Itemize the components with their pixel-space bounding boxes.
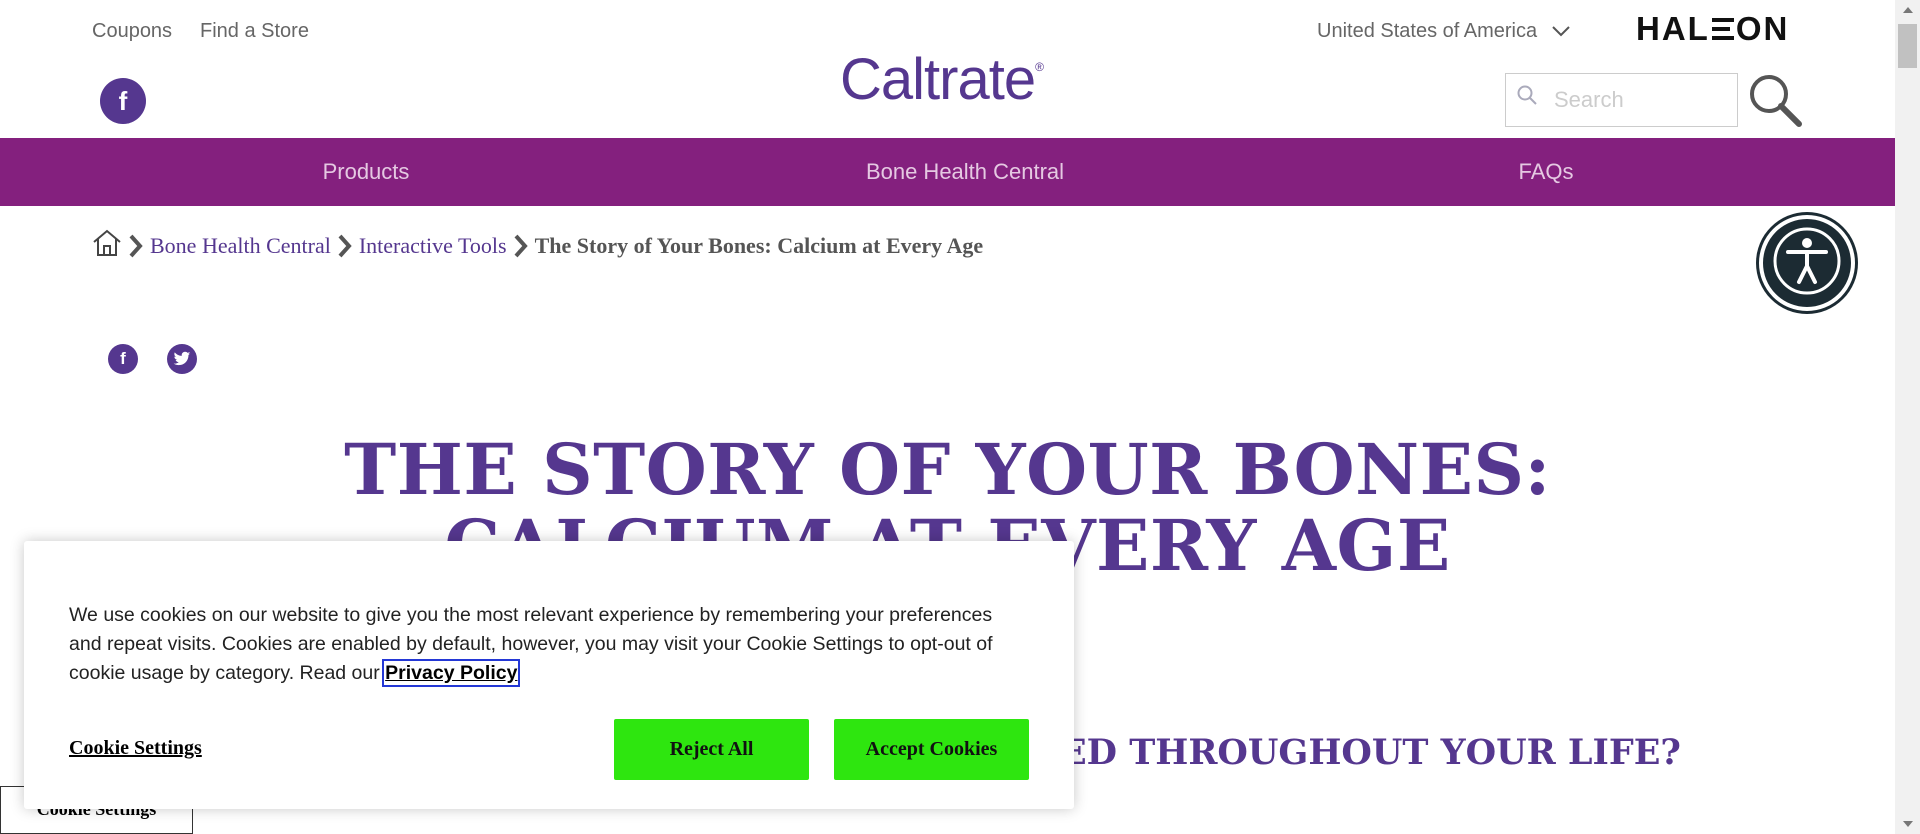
breadcrumb: Bone Health Central Interactive Tools Th… (92, 228, 983, 264)
facebook-icon[interactable]: f (100, 78, 146, 124)
page: Coupons Find a Store United States of Am… (0, 0, 1895, 834)
search-input[interactable] (1506, 74, 1737, 126)
nav-item-products[interactable]: Products (266, 138, 466, 206)
search-button[interactable] (1745, 70, 1805, 130)
share-twitter-icon[interactable] (167, 344, 197, 374)
breadcrumb-item-interactive-tools[interactable]: Interactive Tools (359, 233, 507, 259)
chevron-right-icon (337, 233, 353, 259)
share-facebook-icon[interactable]: f (108, 344, 138, 374)
cookie-settings-link[interactable]: Cookie Settings (69, 737, 202, 760)
cookie-message: We use cookies on our website to give yo… (69, 604, 993, 687)
section-heading: ED THROUGHOUT YOUR LIFE? (1060, 732, 1681, 773)
country-selector[interactable]: United States of America (1317, 20, 1571, 43)
reject-all-button[interactable]: Reject All (614, 719, 809, 780)
haleon-logo[interactable]: HAL ON (1636, 10, 1789, 48)
nav-item-faqs[interactable]: FAQs (1496, 138, 1596, 206)
search-icon (1516, 84, 1538, 111)
chevron-right-icon (128, 233, 144, 259)
cookie-banner: We use cookies on our website to give yo… (24, 541, 1074, 809)
scroll-up-icon[interactable] (1895, 2, 1920, 18)
nav-item-bone-health-central[interactable]: Bone Health Central (815, 138, 1115, 206)
accessibility-button[interactable] (1759, 215, 1855, 311)
coupons-link[interactable]: Coupons (92, 20, 172, 43)
main-nav: Products Bone Health Central FAQs (0, 138, 1895, 206)
accessibility-icon (1772, 226, 1842, 301)
scrollbar-thumb[interactable] (1898, 24, 1917, 68)
breadcrumb-item-bone-health-central[interactable]: Bone Health Central (150, 233, 331, 259)
search-field[interactable] (1505, 73, 1738, 127)
scroll-down-icon[interactable] (1895, 816, 1920, 832)
caltrate-logo[interactable]: Caltrate® (840, 46, 1044, 113)
home-icon[interactable] (92, 228, 122, 264)
find-a-store-link[interactable]: Find a Store (200, 20, 309, 43)
chevron-right-icon (513, 233, 529, 259)
country-label: United States of America (1317, 20, 1538, 42)
vertical-scrollbar[interactable] (1895, 0, 1920, 834)
accept-cookies-button[interactable]: Accept Cookies (834, 719, 1029, 780)
privacy-policy-link[interactable]: Privacy Policy (382, 659, 521, 687)
chevron-down-icon (1551, 20, 1571, 43)
breadcrumb-current: The Story of Your Bones: Calcium at Ever… (534, 233, 984, 258)
